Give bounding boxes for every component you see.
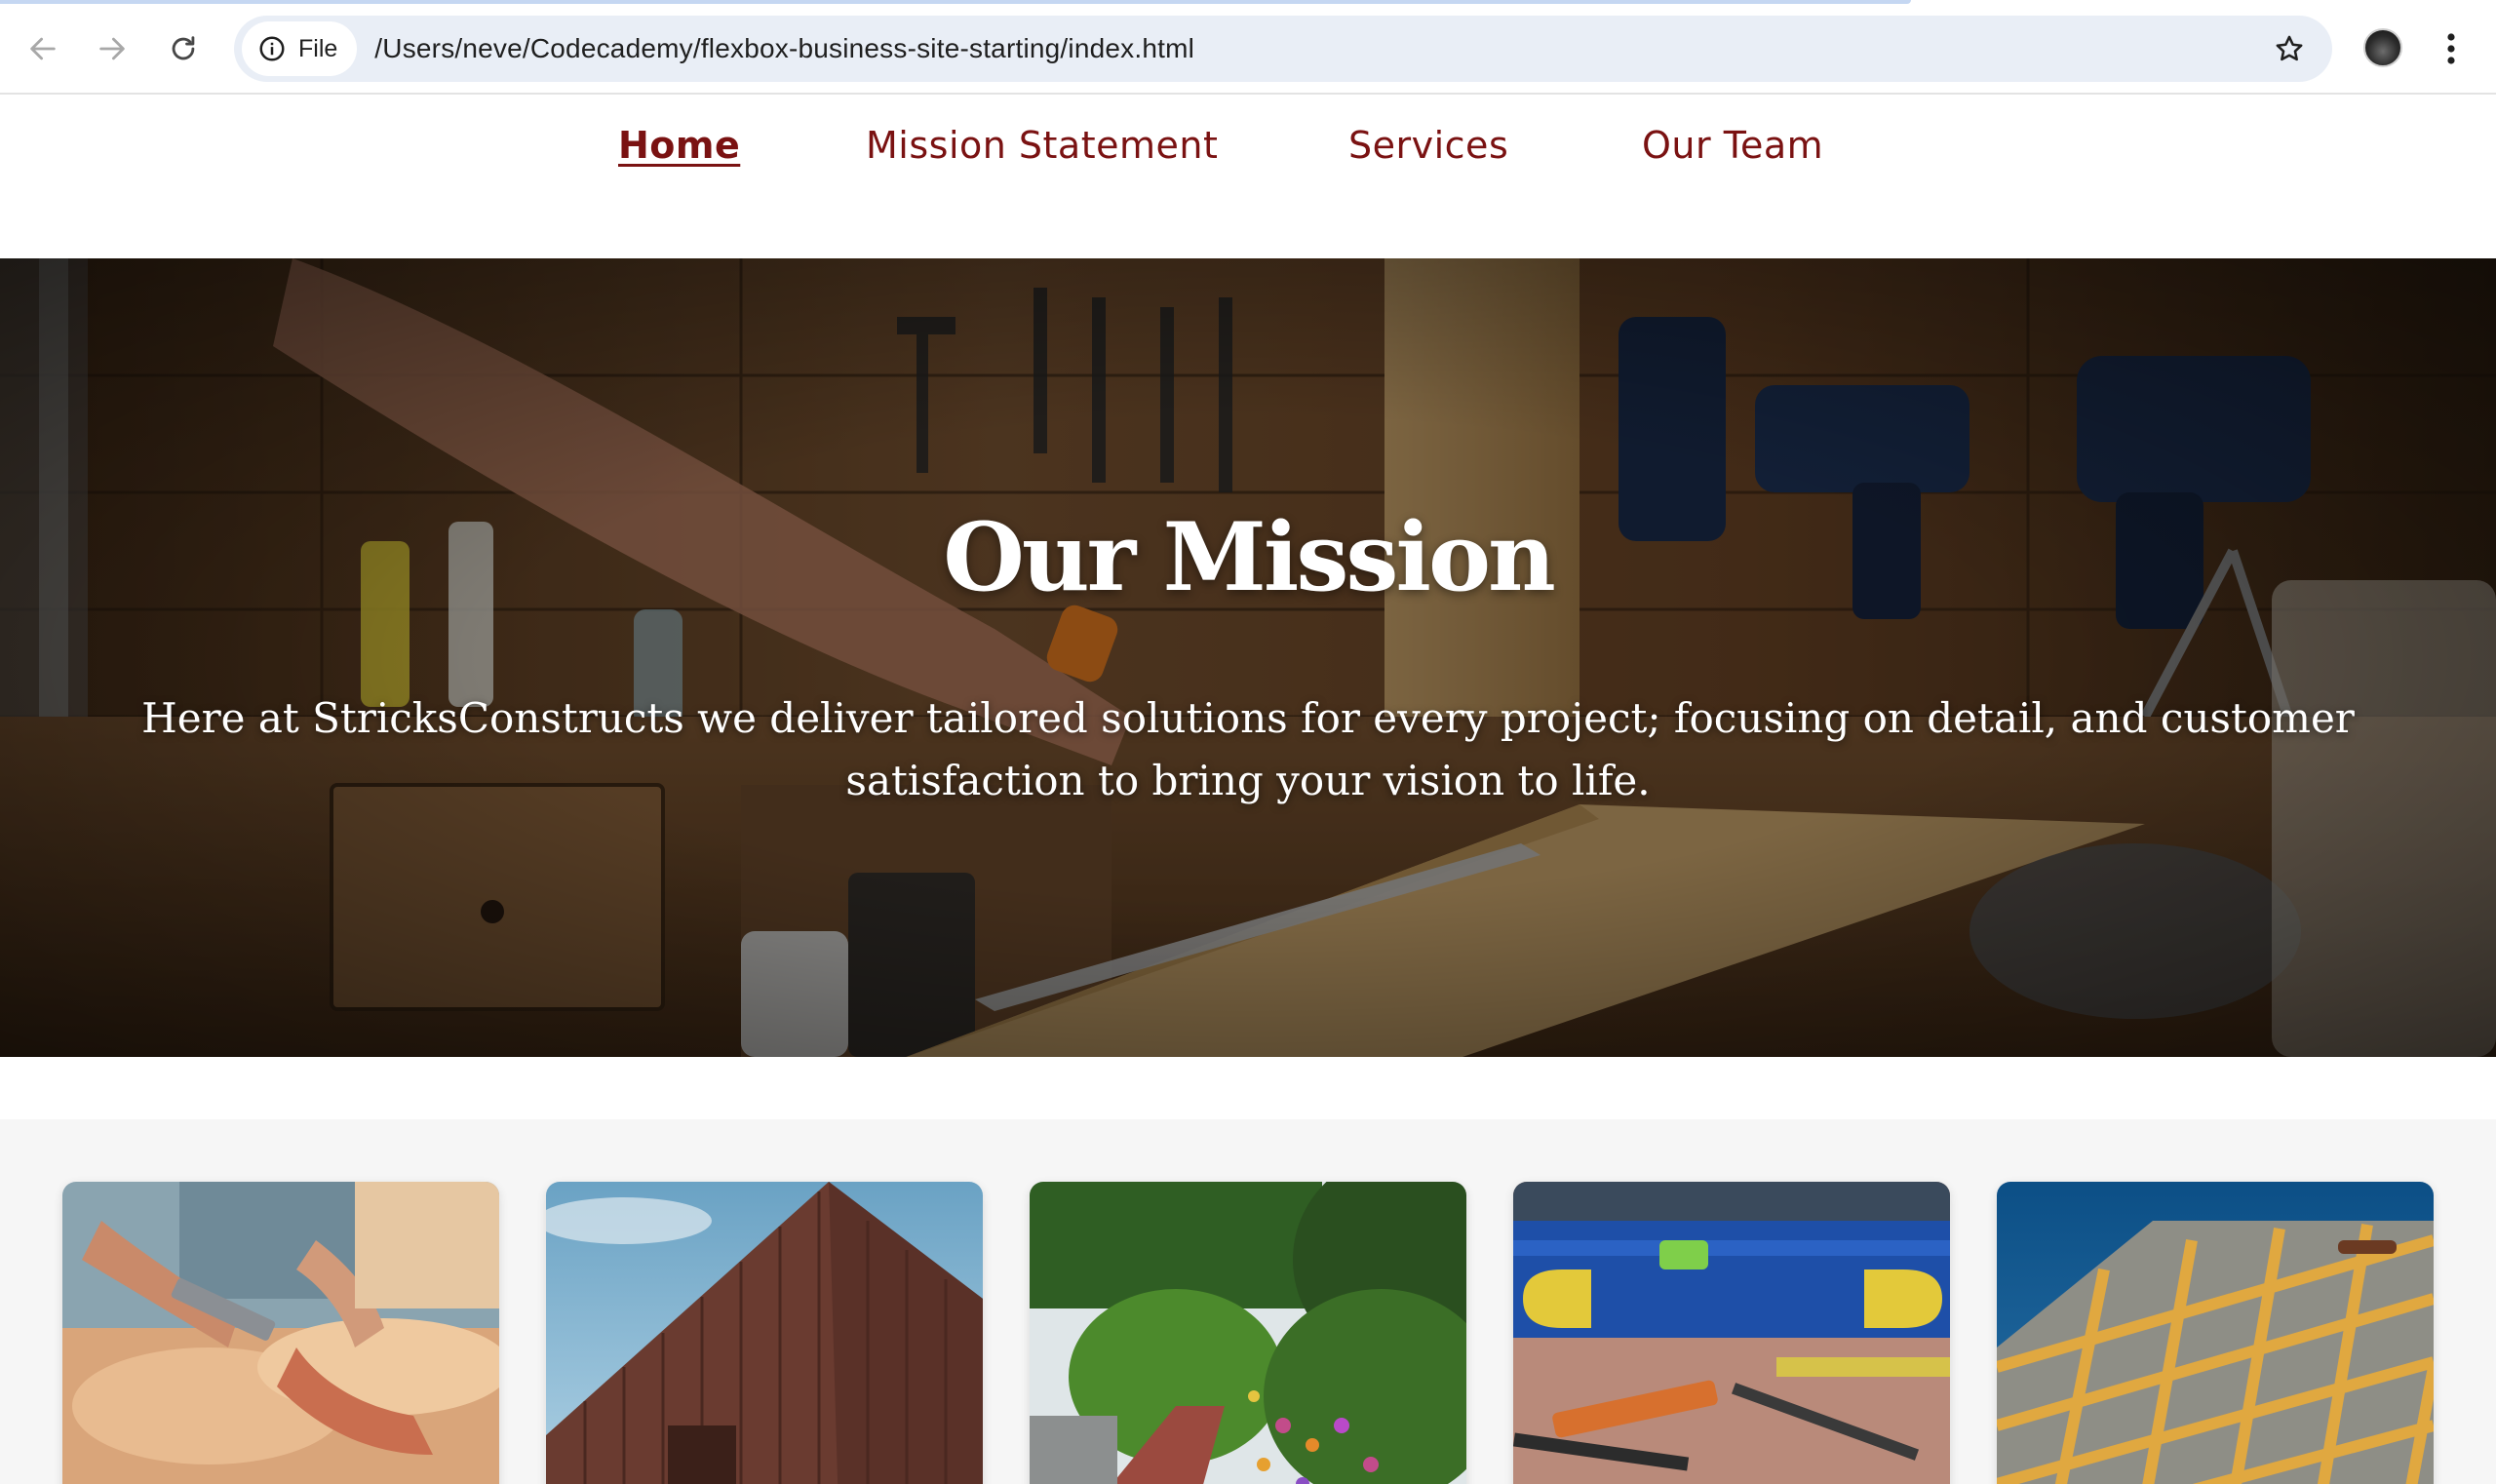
tab-strip [0,0,1911,4]
nav-link-home[interactable]: Home [618,124,740,167]
wooden-barn-image [546,1182,983,1484]
forward-button[interactable] [83,20,141,78]
gallery-card-wood-carving[interactable] [62,1182,499,1484]
gallery-card-spirit-level-tools[interactable] [1513,1182,1950,1484]
site-chip-label: File [298,34,338,62]
back-button[interactable] [14,20,72,78]
star-icon [2276,35,2303,61]
url-text[interactable]: /Users/neve/Codecademy/flexbox-business-… [374,33,1194,64]
bookmark-button[interactable] [2266,25,2313,72]
hero-description: Here at StricksConstructs we deliver tai… [141,694,2355,804]
wood-carving-image [62,1182,499,1484]
garden-path-image [1030,1182,1466,1484]
reload-icon [172,36,195,60]
reload-button[interactable] [154,20,213,78]
browser-toolbar: File /Users/neve/Codecademy/flexbox-busi… [0,0,2496,95]
arrow-right-icon [99,37,125,60]
spirit-level-tools-image [1513,1182,1950,1484]
image-gallery [0,1119,2496,1484]
roof-frame-image [1997,1182,2434,1484]
gallery-card-wooden-barn[interactable] [546,1182,983,1484]
gallery-card-roof-frame[interactable] [1997,1182,2434,1484]
hero-title: Our Mission [943,502,1556,612]
workshop-background-image [0,258,2496,1057]
info-icon [259,36,285,61]
arrow-left-icon [30,37,56,60]
avatar[interactable] [2363,28,2402,67]
site-info-chip[interactable]: File [242,21,358,76]
nav-link-services[interactable]: Services [1348,124,1508,167]
nav-link-our-team[interactable]: Our Team [1642,124,1823,167]
address-bar[interactable]: File /Users/neve/Codecademy/flexbox-busi… [234,16,2332,82]
hero-section: Our Mission Here at StricksConstructs we… [0,258,2496,1057]
nav-link-mission-statement[interactable]: Mission Statement [866,124,1218,167]
site-nav: Home Mission Statement Services Our Team [0,95,2496,258]
browser-menu-button[interactable] [2432,21,2471,76]
gallery-card-garden-path[interactable] [1030,1182,1466,1484]
kebab-menu-icon [2447,33,2455,64]
